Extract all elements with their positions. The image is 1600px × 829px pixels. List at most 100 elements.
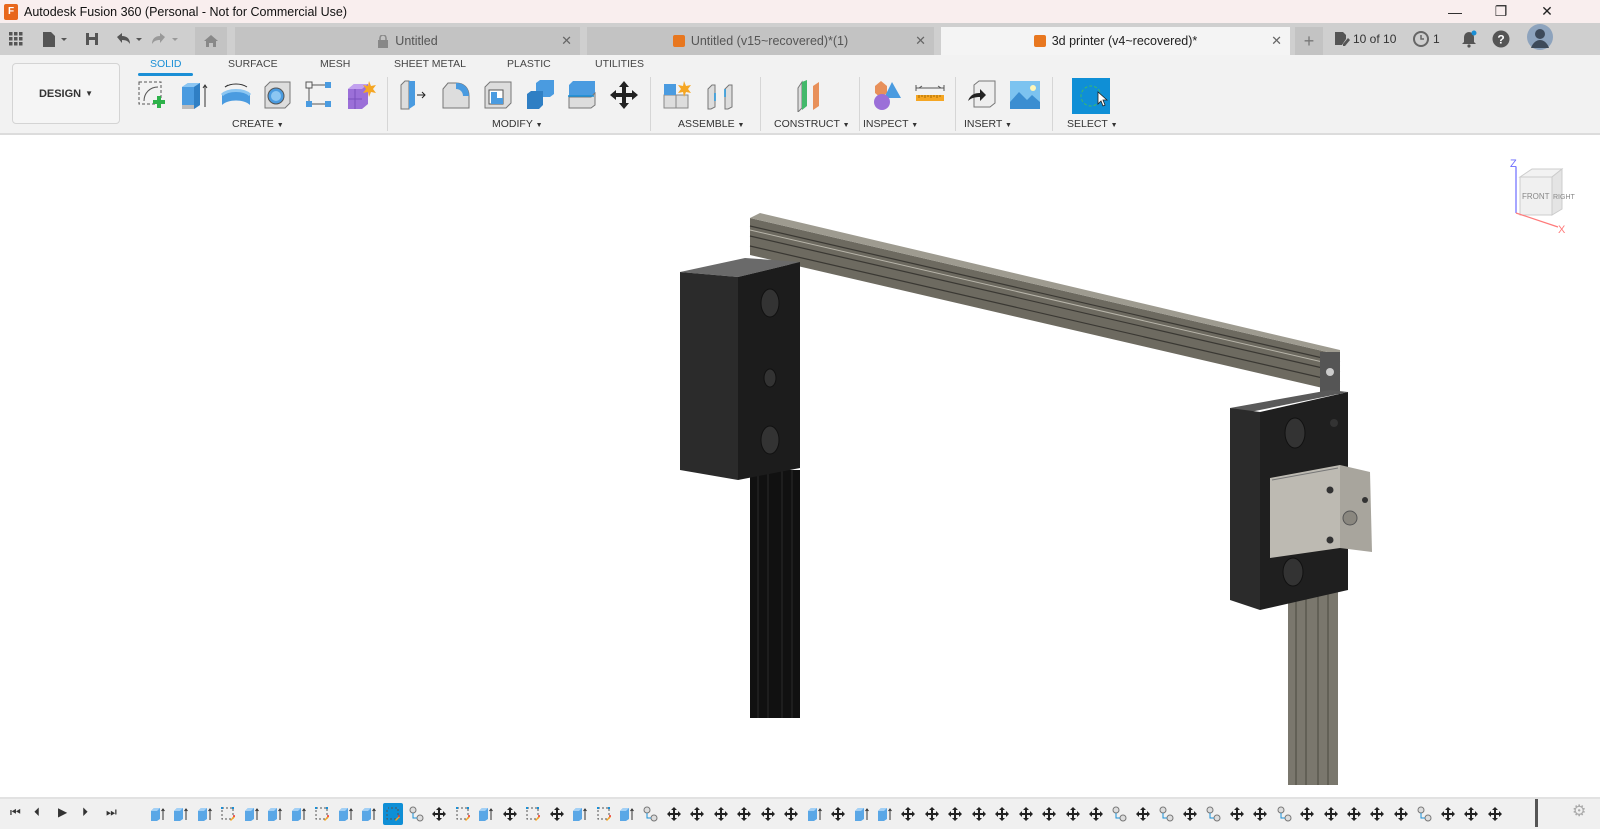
extrude-button[interactable] [176, 77, 212, 113]
grid-apps-icon[interactable] [8, 29, 24, 49]
extrude-feature-icon[interactable] [570, 803, 590, 825]
tab-solid[interactable]: SOLID [150, 58, 182, 70]
tab-3d-printer[interactable]: 3d printer (v4~recovered)* ✕ [941, 27, 1290, 55]
move-feature-icon[interactable] [1086, 803, 1106, 825]
joint-feature-icon[interactable] [640, 803, 660, 825]
extrude-feature-icon[interactable] [852, 803, 872, 825]
avatar[interactable] [1527, 24, 1553, 50]
redo-icon[interactable] [150, 29, 180, 49]
timeline-marker[interactable] [1535, 799, 1538, 827]
move-feature-icon[interactable] [1133, 803, 1153, 825]
close-button[interactable]: ✕ [1524, 0, 1570, 23]
extrude-feature-icon[interactable] [242, 803, 262, 825]
move-feature-icon[interactable] [1063, 803, 1083, 825]
move-feature-icon[interactable] [664, 803, 684, 825]
move-feature-icon[interactable] [1344, 803, 1364, 825]
timeline-play[interactable]: ▶ [58, 805, 67, 819]
move-feature-icon[interactable] [1391, 803, 1411, 825]
minimize-button[interactable]: — [1432, 0, 1478, 23]
extrude-feature-icon[interactable] [265, 803, 285, 825]
tab-plastic[interactable]: PLASTIC [507, 58, 551, 70]
construct-menu[interactable]: CONSTRUCT ▼ [774, 118, 850, 130]
extrude-feature-icon[interactable] [148, 803, 168, 825]
viewcube-right-face[interactable]: RIGHT [1553, 194, 1576, 201]
close-tab-icon[interactable]: ✕ [1271, 33, 1282, 49]
modify-menu[interactable]: MODIFY ▼ [492, 118, 543, 130]
offset-plane-button[interactable] [792, 77, 828, 113]
move-feature-icon[interactable] [547, 803, 567, 825]
move-feature-icon[interactable] [500, 803, 520, 825]
pattern-button[interactable] [301, 77, 337, 113]
measure-button[interactable] [912, 77, 948, 113]
shell-button[interactable] [480, 77, 516, 113]
move-feature-icon[interactable] [1461, 803, 1481, 825]
sketch-feature-icon[interactable] [382, 803, 403, 825]
move-feature-icon[interactable] [1016, 803, 1036, 825]
sketch-feature-icon[interactable] [594, 803, 614, 825]
close-tab-icon[interactable]: ✕ [561, 33, 572, 49]
move-feature-icon[interactable] [1039, 803, 1059, 825]
extrude-feature-icon[interactable] [476, 803, 496, 825]
tab-utilities[interactable]: UTILITIES [595, 58, 644, 70]
move-feature-icon[interactable] [922, 803, 942, 825]
notifications-button[interactable] [1460, 27, 1478, 51]
select-button[interactable] [1072, 78, 1110, 114]
select-menu[interactable]: SELECT ▼ [1067, 118, 1118, 130]
tab-surface[interactable]: SURFACE [228, 58, 278, 70]
extrude-feature-icon[interactable] [171, 803, 191, 825]
tab-untitled-v15[interactable]: Untitled (v15~recovered)*(1) ✕ [587, 27, 934, 55]
insert-menu[interactable]: INSERT ▼ [964, 118, 1012, 130]
split-body-button[interactable] [564, 77, 600, 113]
assemble-menu[interactable]: ASSEMBLE ▼ [678, 118, 744, 130]
timeline-settings-icon[interactable]: ⚙ [1572, 801, 1586, 821]
move-feature-icon[interactable] [1227, 803, 1247, 825]
undo-icon[interactable] [114, 29, 144, 49]
save-icon[interactable] [84, 29, 100, 49]
move-copy-button[interactable] [606, 77, 642, 113]
create-sketch-button[interactable] [134, 77, 170, 113]
close-tab-icon[interactable]: ✕ [915, 33, 926, 49]
move-feature-icon[interactable] [969, 803, 989, 825]
move-feature-icon[interactable] [758, 803, 778, 825]
move-feature-icon[interactable] [898, 803, 918, 825]
move-feature-icon[interactable] [1250, 803, 1270, 825]
move-feature-icon[interactable] [687, 803, 707, 825]
joint-feature-icon[interactable] [1274, 803, 1294, 825]
extrude-feature-icon[interactable] [195, 803, 215, 825]
restore-button[interactable]: ❐ [1478, 0, 1524, 23]
combine-button[interactable] [522, 77, 558, 113]
timeline-next-step[interactable]: ⏵ [82, 805, 88, 820]
extrude-feature-icon[interactable] [805, 803, 825, 825]
joint-feature-icon[interactable] [1109, 803, 1129, 825]
press-pull-button[interactable] [396, 77, 432, 113]
joint-button[interactable] [702, 77, 738, 113]
move-feature-icon[interactable] [1367, 803, 1387, 825]
create-form-button[interactable] [343, 77, 379, 113]
move-feature-icon[interactable] [945, 803, 965, 825]
sketch-feature-icon[interactable] [312, 803, 332, 825]
joint-feature-icon[interactable] [1203, 803, 1223, 825]
3d-canvas[interactable]: Z X FRONT RIGHT [0, 137, 1600, 785]
inspect-menu[interactable]: INSPECT ▼ [863, 118, 918, 130]
joint-feature-icon[interactable] [1414, 803, 1434, 825]
move-feature-icon[interactable] [429, 803, 449, 825]
move-feature-icon[interactable] [828, 803, 848, 825]
extrude-feature-icon[interactable] [336, 803, 356, 825]
extrude-feature-icon[interactable] [359, 803, 379, 825]
sketch-feature-icon[interactable] [453, 803, 473, 825]
fillet-button[interactable] [438, 77, 474, 113]
move-feature-icon[interactable] [781, 803, 801, 825]
insert-derive-button[interactable] [964, 77, 1000, 113]
home-tab[interactable] [195, 27, 227, 55]
timeline-go-to-end[interactable]: ⏭ [106, 805, 117, 820]
viewcube-front-face[interactable]: FRONT [1522, 192, 1550, 201]
sketch-feature-icon[interactable] [218, 803, 238, 825]
extrude-feature-icon[interactable] [617, 803, 637, 825]
versions-button[interactable]: 10 of 10 [1334, 27, 1396, 51]
move-feature-icon[interactable] [992, 803, 1012, 825]
move-feature-icon[interactable] [1180, 803, 1200, 825]
hole-button[interactable] [260, 77, 296, 113]
viewcube[interactable]: Z X FRONT RIGHT [1500, 155, 1590, 245]
joint-feature-icon[interactable] [406, 803, 426, 825]
tab-sheet-metal[interactable]: SHEET METAL [394, 58, 466, 70]
